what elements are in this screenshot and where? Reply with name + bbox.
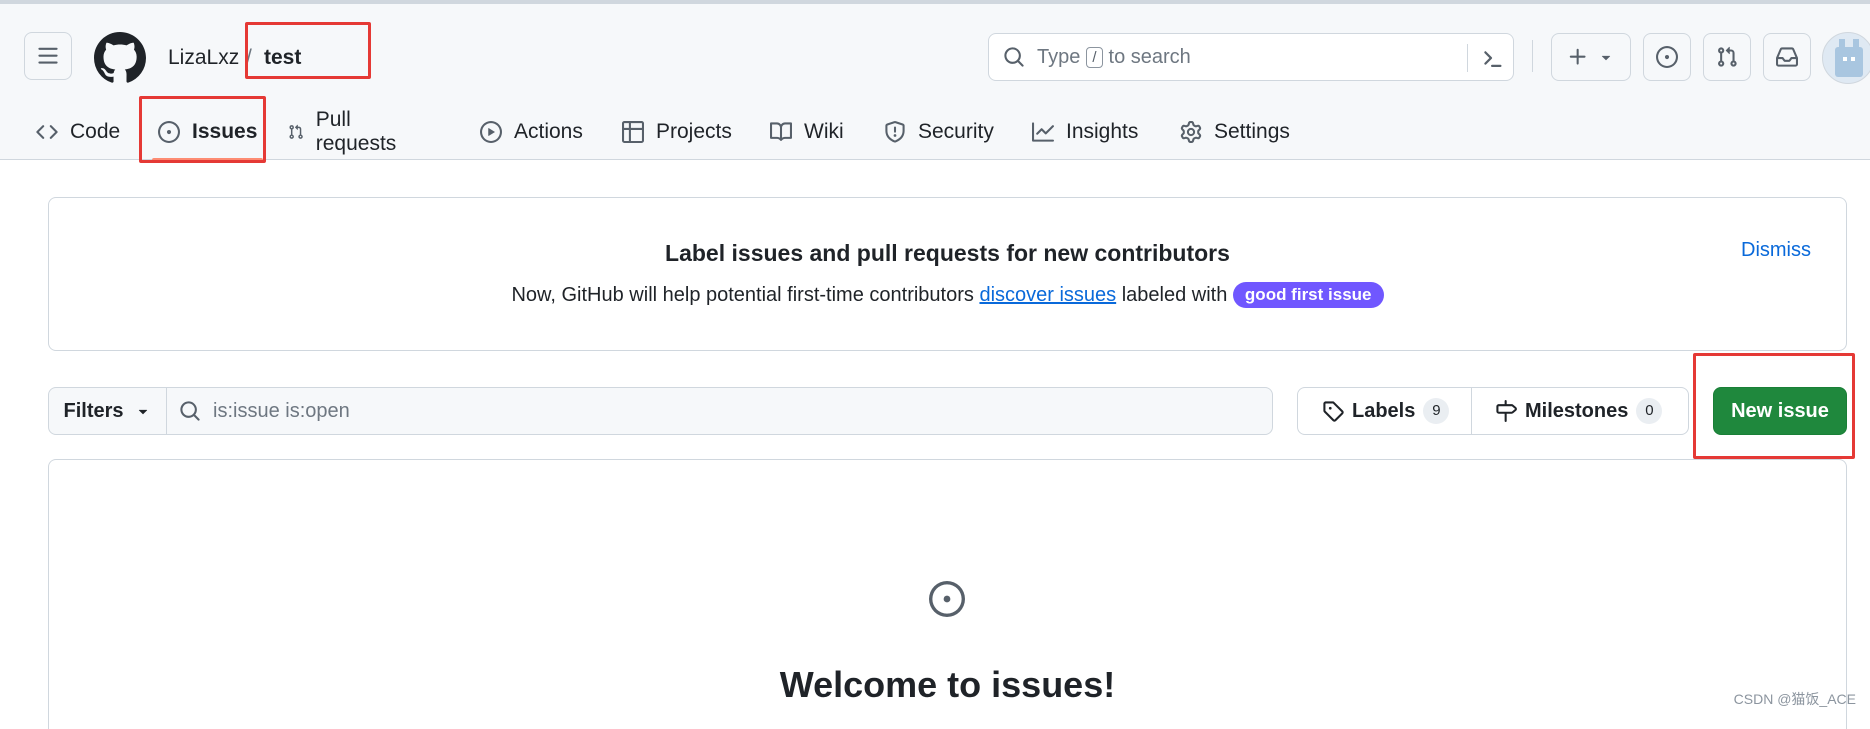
tab-settings[interactable]: Settings	[1180, 104, 1290, 160]
issue-opened-icon	[929, 581, 965, 617]
banner-text: labeled with	[1122, 284, 1228, 306]
create-new-button[interactable]	[1551, 33, 1631, 81]
search-shortcut-key: /	[1086, 47, 1102, 68]
tab-issues[interactable]: Issues	[158, 104, 257, 160]
tab-projects[interactable]: Projects	[622, 104, 732, 160]
banner-title: Label issues and pull requests for new c…	[49, 240, 1846, 267]
search-icon	[179, 400, 201, 422]
filters-label: Filters	[63, 400, 123, 423]
tab-label: Settings	[1214, 120, 1290, 144]
your-pull-requests-button[interactable]	[1703, 33, 1751, 81]
segment-divider	[1471, 388, 1472, 434]
menu-button[interactable]	[24, 32, 72, 80]
hamburger-icon	[37, 45, 59, 67]
play-icon	[480, 121, 502, 143]
shield-icon	[884, 121, 906, 143]
filters-dropdown[interactable]: Filters	[49, 388, 167, 434]
issue-filter-bar: Filters is:issue is:open	[48, 387, 1273, 435]
dismiss-button[interactable]: Dismiss	[1741, 239, 1811, 262]
tag-icon	[1322, 400, 1344, 422]
tab-label: Actions	[514, 120, 583, 144]
milestones-label: Milestones	[1525, 400, 1628, 423]
repo-name-link[interactable]: test	[264, 46, 301, 70]
search-placeholder: Type / to search	[1037, 46, 1191, 69]
user-avatar[interactable]	[1822, 32, 1870, 84]
tab-label: Code	[70, 120, 120, 144]
milestones-count: 0	[1636, 398, 1662, 424]
avatar-image-icon	[1823, 33, 1870, 84]
new-issue-button[interactable]: New issue	[1713, 387, 1847, 435]
code-icon	[36, 121, 58, 143]
labels-count: 9	[1423, 398, 1449, 424]
breadcrumb-separator: /	[246, 46, 252, 70]
banner-description: Now, GitHub will help potential first-ti…	[49, 282, 1846, 308]
git-pull-request-icon	[288, 121, 304, 143]
issue-opened-icon	[158, 121, 180, 143]
your-issues-button[interactable]	[1643, 33, 1691, 81]
contributors-banner: Label issues and pull requests for new c…	[48, 197, 1847, 351]
search-icon	[1003, 46, 1025, 68]
labels-button[interactable]: Labels 9	[1322, 388, 1449, 434]
issues-blankslate: Welcome to issues!	[48, 459, 1847, 729]
tab-pull-requests[interactable]: Pull requests	[288, 104, 403, 160]
tab-insights[interactable]: Insights	[1032, 104, 1138, 160]
book-icon	[770, 121, 792, 143]
triangle-down-icon	[134, 402, 152, 420]
repo-header: LizaLxz / test Type / to search Code	[0, 0, 1870, 160]
issue-opened-icon	[1656, 46, 1678, 68]
gear-icon	[1180, 121, 1202, 143]
tab-code[interactable]: Code	[36, 104, 120, 160]
tab-wiki[interactable]: Wiki	[770, 104, 844, 160]
tab-label: Security	[918, 120, 994, 144]
header-divider	[1532, 40, 1533, 72]
issue-search-input[interactable]: is:issue is:open	[167, 388, 1272, 434]
tab-actions[interactable]: Actions	[480, 104, 583, 160]
banner-text: Now, GitHub will help potential first-ti…	[511, 284, 973, 306]
tab-security[interactable]: Security	[884, 104, 994, 160]
milestones-button[interactable]: Milestones 0	[1495, 388, 1662, 434]
search-input[interactable]: Type / to search	[988, 33, 1514, 81]
search-placeholder-suffix: to search	[1109, 46, 1191, 69]
labels-milestones-group: Labels 9 Milestones 0	[1297, 387, 1689, 435]
discover-issues-link[interactable]: discover issues	[979, 284, 1116, 306]
search-divider	[1467, 44, 1468, 72]
inbox-icon	[1776, 46, 1798, 68]
search-placeholder-prefix: Type	[1037, 46, 1080, 69]
repo-owner-link[interactable]: LizaLxz	[168, 46, 239, 70]
inbox-button[interactable]	[1763, 33, 1811, 81]
graph-icon	[1032, 121, 1054, 143]
triangle-down-icon	[1597, 48, 1615, 66]
tab-label: Wiki	[804, 120, 844, 144]
table-icon	[622, 121, 644, 143]
git-pull-request-icon	[1716, 46, 1738, 68]
labels-label: Labels	[1352, 400, 1415, 423]
issue-search-value: is:issue is:open	[213, 400, 350, 423]
github-logo-icon[interactable]	[94, 32, 146, 84]
tab-label: Projects	[656, 120, 732, 144]
tab-label: Pull requests	[316, 108, 403, 156]
tab-label: Issues	[192, 120, 257, 144]
plus-icon	[1567, 46, 1589, 68]
watermark-text: CSDN @猫饭_ACE	[1734, 689, 1856, 709]
blankslate-title: Welcome to issues!	[49, 664, 1846, 706]
tab-label: Insights	[1066, 120, 1138, 144]
command-palette-icon[interactable]	[1479, 46, 1503, 70]
milestone-icon	[1495, 400, 1517, 422]
good-first-issue-label[interactable]: good first issue	[1233, 282, 1384, 308]
